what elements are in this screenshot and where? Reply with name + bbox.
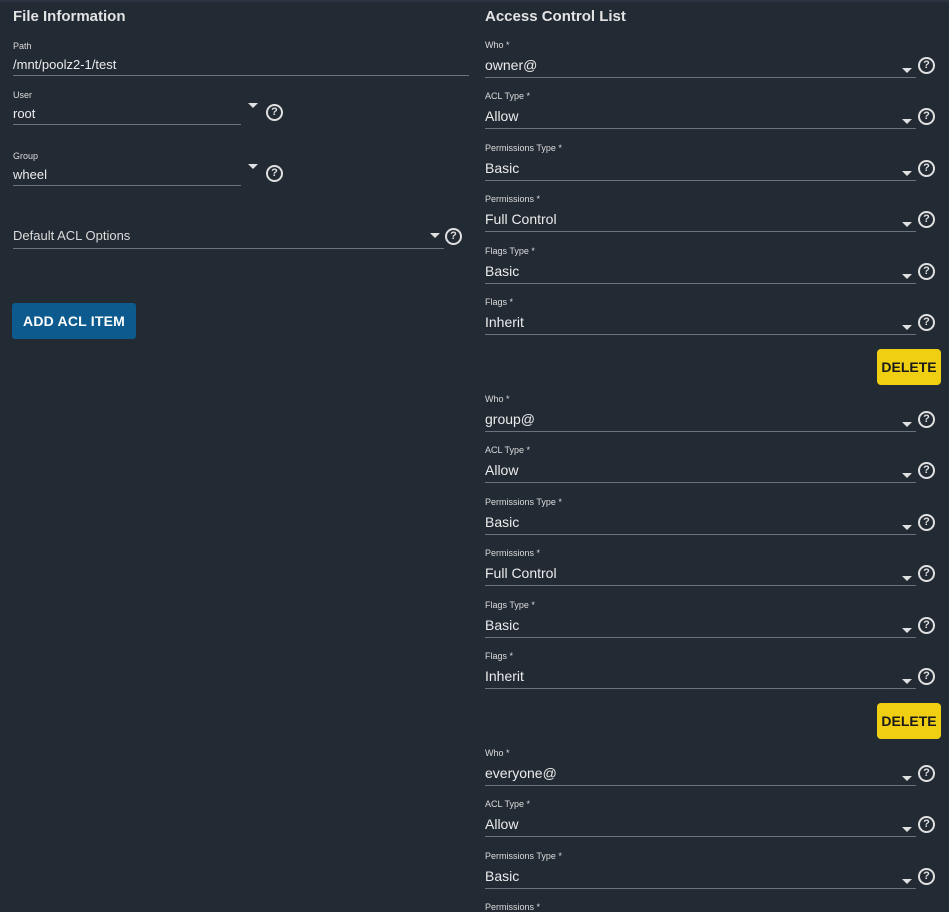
acl-type-select[interactable]: Allow [485, 462, 518, 478]
delete-acl-entry-button[interactable]: DELETE [877, 703, 941, 739]
help-icon[interactable]: ? [918, 211, 935, 228]
permissions-label: Permissions * [485, 194, 541, 204]
chevron-down-icon[interactable] [902, 274, 912, 279]
acl-title: Access Control List [485, 8, 626, 25]
flags-type-underline [485, 283, 916, 284]
help-icon[interactable]: ? [918, 868, 935, 885]
top-divider [0, 0, 949, 2]
permissions-type-select[interactable]: Basic [485, 514, 519, 530]
permissions-type-label: Permissions Type * [485, 497, 562, 507]
who-underline [485, 785, 916, 786]
delete-acl-entry-button[interactable]: DELETE [877, 349, 941, 385]
permissions-select[interactable]: Full Control [485, 565, 557, 581]
chevron-down-icon[interactable] [902, 827, 912, 832]
chevron-down-icon[interactable] [248, 103, 258, 108]
who-select[interactable]: group@ [485, 411, 535, 427]
acl-type-label: ACL Type * [485, 445, 531, 455]
acl-type-underline [485, 836, 916, 837]
help-icon[interactable]: ? [918, 314, 935, 331]
who-label: Who * [485, 394, 510, 404]
help-icon[interactable]: ? [266, 104, 283, 121]
chevron-down-icon[interactable] [902, 325, 912, 330]
chevron-down-icon[interactable] [902, 679, 912, 684]
flags-type-select[interactable]: Basic [485, 263, 519, 279]
flags-type-label: Flags Type * [485, 600, 535, 610]
chevron-down-icon[interactable] [430, 233, 440, 238]
path-input[interactable]: /mnt/poolz2-1/test [13, 57, 116, 72]
permissions-underline [485, 231, 916, 232]
help-icon[interactable]: ? [918, 514, 935, 531]
acl-type-label: ACL Type * [485, 91, 531, 101]
chevron-down-icon[interactable] [902, 776, 912, 781]
flags-type-underline [485, 637, 916, 638]
help-icon[interactable]: ? [918, 411, 935, 428]
help-icon[interactable]: ? [918, 57, 935, 74]
group-underline [13, 185, 241, 186]
chevron-down-icon[interactable] [902, 222, 912, 227]
help-icon[interactable]: ? [918, 617, 935, 634]
help-icon[interactable]: ? [918, 668, 935, 685]
chevron-down-icon[interactable] [902, 119, 912, 124]
permissions-type-underline [485, 888, 916, 889]
permissions-type-select[interactable]: Basic [485, 868, 519, 884]
help-icon[interactable]: ? [918, 765, 935, 782]
help-icon[interactable]: ? [918, 565, 935, 582]
acl-type-select[interactable]: Allow [485, 816, 518, 832]
group-label: Group [13, 151, 39, 161]
help-icon[interactable]: ? [918, 108, 935, 125]
flags-underline [485, 334, 916, 335]
chevron-down-icon[interactable] [902, 879, 912, 884]
chevron-down-icon[interactable] [902, 473, 912, 478]
help-icon[interactable]: ? [918, 816, 935, 833]
acl-type-underline [485, 482, 916, 483]
user-label: User [13, 90, 33, 100]
who-underline [485, 77, 916, 78]
flags-select[interactable]: Inherit [485, 314, 524, 330]
permissions-type-label: Permissions Type * [485, 143, 562, 153]
who-label: Who * [485, 40, 510, 50]
permissions-type-underline [485, 180, 916, 181]
who-select[interactable]: everyone@ [485, 765, 557, 781]
chevron-down-icon[interactable] [902, 628, 912, 633]
permissions-type-label: Permissions Type * [485, 851, 562, 861]
user-combobox[interactable]: root [13, 106, 35, 121]
permissions-underline [485, 585, 916, 586]
flags-label: Flags * [485, 297, 514, 307]
permissions-type-underline [485, 534, 916, 535]
path-underline [13, 75, 469, 76]
acl-type-select[interactable]: Allow [485, 108, 518, 124]
chevron-down-icon[interactable] [902, 171, 912, 176]
permissions-select[interactable]: Full Control [485, 211, 557, 227]
group-combobox[interactable]: wheel [13, 167, 47, 182]
permissions-label: Permissions * [485, 902, 541, 912]
chevron-down-icon[interactable] [902, 68, 912, 73]
flags-type-select[interactable]: Basic [485, 617, 519, 633]
permissions-type-select[interactable]: Basic [485, 160, 519, 176]
add-acl-item-button[interactable]: ADD ACL ITEM [12, 303, 136, 339]
help-icon[interactable]: ? [918, 462, 935, 479]
chevron-down-icon[interactable] [902, 525, 912, 530]
help-icon[interactable]: ? [445, 228, 462, 245]
help-icon[interactable]: ? [918, 160, 935, 177]
chevron-down-icon[interactable] [902, 576, 912, 581]
flags-select[interactable]: Inherit [485, 668, 524, 684]
chevron-down-icon[interactable] [902, 422, 912, 427]
acl-type-underline [485, 128, 916, 129]
flags-type-label: Flags Type * [485, 246, 535, 256]
help-icon[interactable]: ? [266, 165, 283, 182]
path-label: Path [13, 41, 32, 51]
help-icon[interactable]: ? [918, 263, 935, 280]
who-label: Who * [485, 748, 510, 758]
file-info-title: File Information [13, 8, 126, 25]
default-acl-underline [13, 248, 444, 249]
permissions-label: Permissions * [485, 548, 541, 558]
acl-type-label: ACL Type * [485, 799, 531, 809]
flags-label: Flags * [485, 651, 514, 661]
chevron-down-icon[interactable] [248, 164, 258, 169]
who-underline [485, 431, 916, 432]
flags-underline [485, 688, 916, 689]
who-select[interactable]: owner@ [485, 57, 537, 73]
user-underline [13, 124, 241, 125]
default-acl-select[interactable]: Default ACL Options [13, 228, 130, 243]
